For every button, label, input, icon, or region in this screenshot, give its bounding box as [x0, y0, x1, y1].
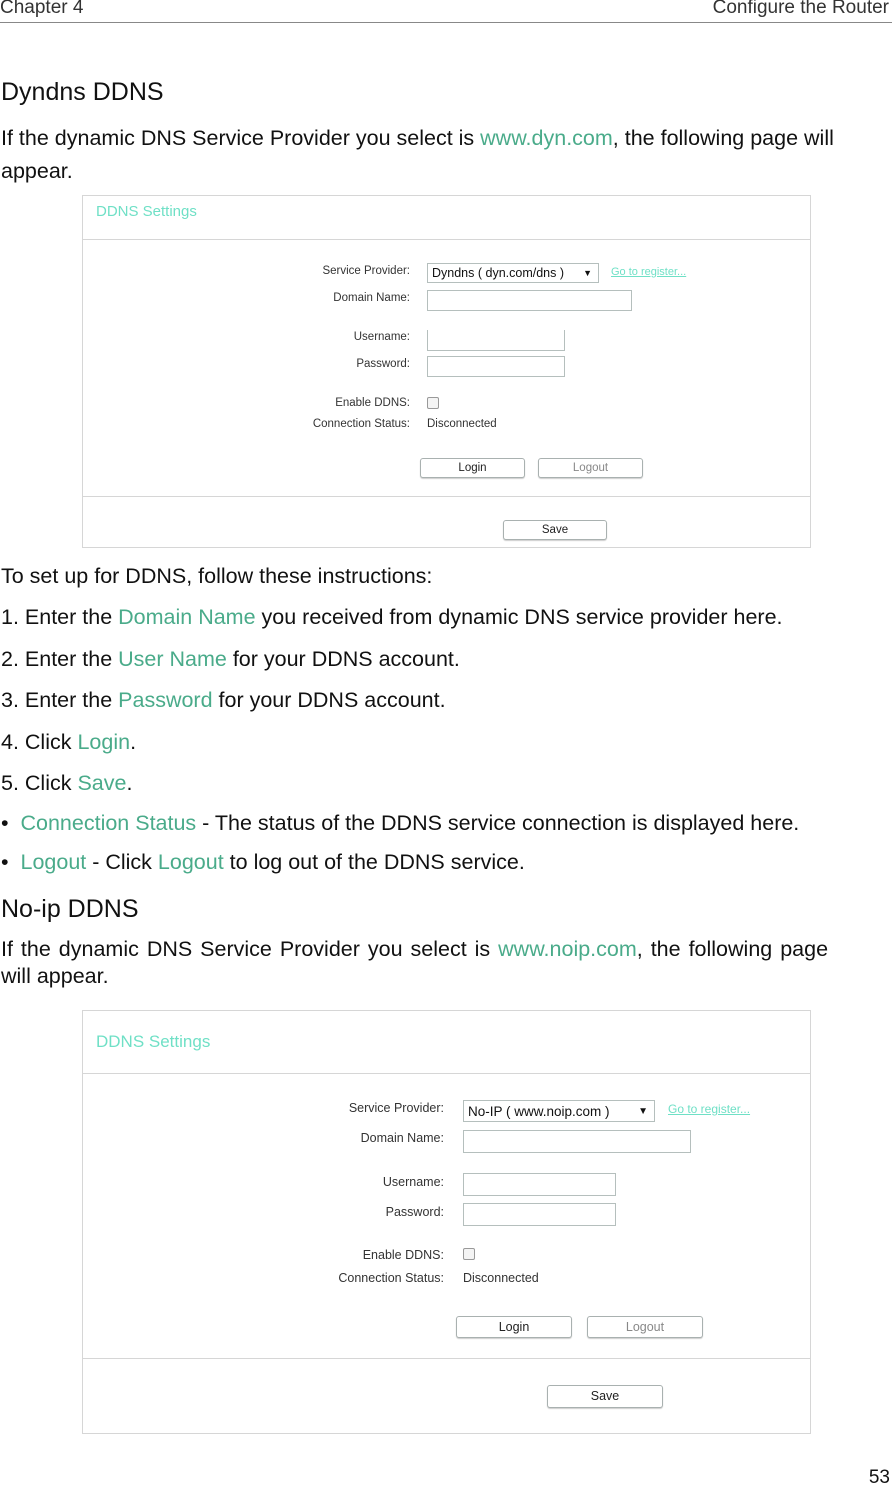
- connection-status-value: Disconnected: [463, 1271, 539, 1285]
- bullet-connection-status: • Connection Status - The status of the …: [1, 811, 800, 835]
- connection-status-value: Disconnected: [427, 418, 497, 430]
- select-value: No-IP ( www.noip.com ): [468, 1103, 610, 1119]
- logout-button[interactable]: Logout: [538, 458, 643, 478]
- enable-ddns-label: Enable DDNS:: [335, 397, 410, 409]
- noip-intro-line2: will appear.: [1, 964, 109, 988]
- dyn-link[interactable]: www.dyn.com: [480, 126, 613, 150]
- dyndns-settings-panel: DDNS Settings Service Provider: Dyndns (…: [82, 195, 811, 548]
- domain-name-label: Domain Name:: [333, 292, 410, 304]
- service-provider-label: Service Provider:: [322, 265, 410, 277]
- divider: [83, 1358, 810, 1359]
- go-to-register-link[interactable]: Go to register...: [668, 1102, 750, 1116]
- go-to-register-link[interactable]: Go to register...: [611, 266, 686, 278]
- connection-status-label: Connection Status:: [312, 418, 410, 430]
- step-4: 4. Click Login.: [1, 730, 137, 754]
- noip-link[interactable]: www.noip.com: [498, 937, 637, 961]
- service-provider-select[interactable]: Dyndns ( dyn.com/dns ) ▼: [427, 263, 599, 283]
- step-2: 2. Enter the User Name for your DDNS acc…: [1, 647, 460, 671]
- password-label: Password:: [385, 1205, 444, 1219]
- login-button[interactable]: Login: [456, 1316, 572, 1338]
- divider: [83, 1073, 810, 1074]
- enable-ddns-checkbox[interactable]: [463, 1248, 475, 1260]
- domain-name-label: Domain Name:: [360, 1131, 444, 1145]
- username-input[interactable]: [427, 330, 565, 351]
- bullet-icon: •: [1, 811, 21, 835]
- domain-name-input[interactable]: [463, 1130, 691, 1153]
- password-label: Password:: [356, 358, 410, 370]
- service-provider-select[interactable]: No-IP ( www.noip.com ) ▼: [463, 1100, 655, 1122]
- dropdown-arrow-icon: ▼: [638, 1105, 648, 1117]
- panel-title: DDNS Settings: [96, 1032, 211, 1051]
- bullet-icon: •: [1, 850, 21, 874]
- password-input[interactable]: [427, 356, 565, 377]
- save-button[interactable]: Save: [547, 1385, 663, 1408]
- connection-status-label: Connection Status:: [338, 1271, 444, 1285]
- noip-settings-panel: DDNS Settings Service Provider: No-IP ( …: [82, 1010, 811, 1434]
- bullet-logout: • Logout - Click Logout to log out of th…: [1, 850, 525, 874]
- dyndns-intro-line2: appear.: [1, 159, 73, 183]
- dyndns-intro: If the dynamic DNS Service Provider you …: [1, 126, 834, 150]
- page-number: 53: [868, 1467, 890, 1488]
- step-1: 1. Enter the Domain Name you received fr…: [1, 605, 783, 629]
- header-divider: [0, 22, 892, 23]
- username-label: Username:: [382, 1175, 444, 1189]
- username-label: Username:: [353, 331, 410, 343]
- chapter-label: Chapter 4: [0, 0, 84, 18]
- username-input[interactable]: [463, 1173, 616, 1196]
- select-value: Dyndns ( dyn.com/dns ): [432, 266, 564, 280]
- dropdown-arrow-icon: ▼: [583, 268, 592, 278]
- step-3: 3. Enter the Password for your DDNS acco…: [1, 688, 446, 712]
- logout-button[interactable]: Logout: [587, 1316, 703, 1338]
- section-label: Configure the Router: [712, 0, 889, 18]
- service-provider-label: Service Provider:: [348, 1101, 444, 1115]
- enable-ddns-checkbox[interactable]: [427, 397, 439, 409]
- save-button[interactable]: Save: [503, 520, 607, 540]
- noip-intro: If the dynamic DNS Service Provider you …: [1, 937, 829, 961]
- step-5: 5. Click Save.: [1, 771, 133, 795]
- panel-title: DDNS Settings: [96, 203, 197, 220]
- divider: [83, 496, 810, 497]
- divider: [83, 239, 810, 240]
- dyndns-heading: Dyndns DDNS: [1, 78, 164, 106]
- password-input[interactable]: [463, 1203, 616, 1226]
- domain-name-input[interactable]: [427, 290, 632, 311]
- noip-heading: No-ip DDNS: [1, 895, 139, 923]
- instructions-intro: To set up for DDNS, follow these instruc…: [1, 564, 433, 588]
- login-button[interactable]: Login: [420, 458, 525, 478]
- enable-ddns-label: Enable DDNS:: [362, 1248, 444, 1262]
